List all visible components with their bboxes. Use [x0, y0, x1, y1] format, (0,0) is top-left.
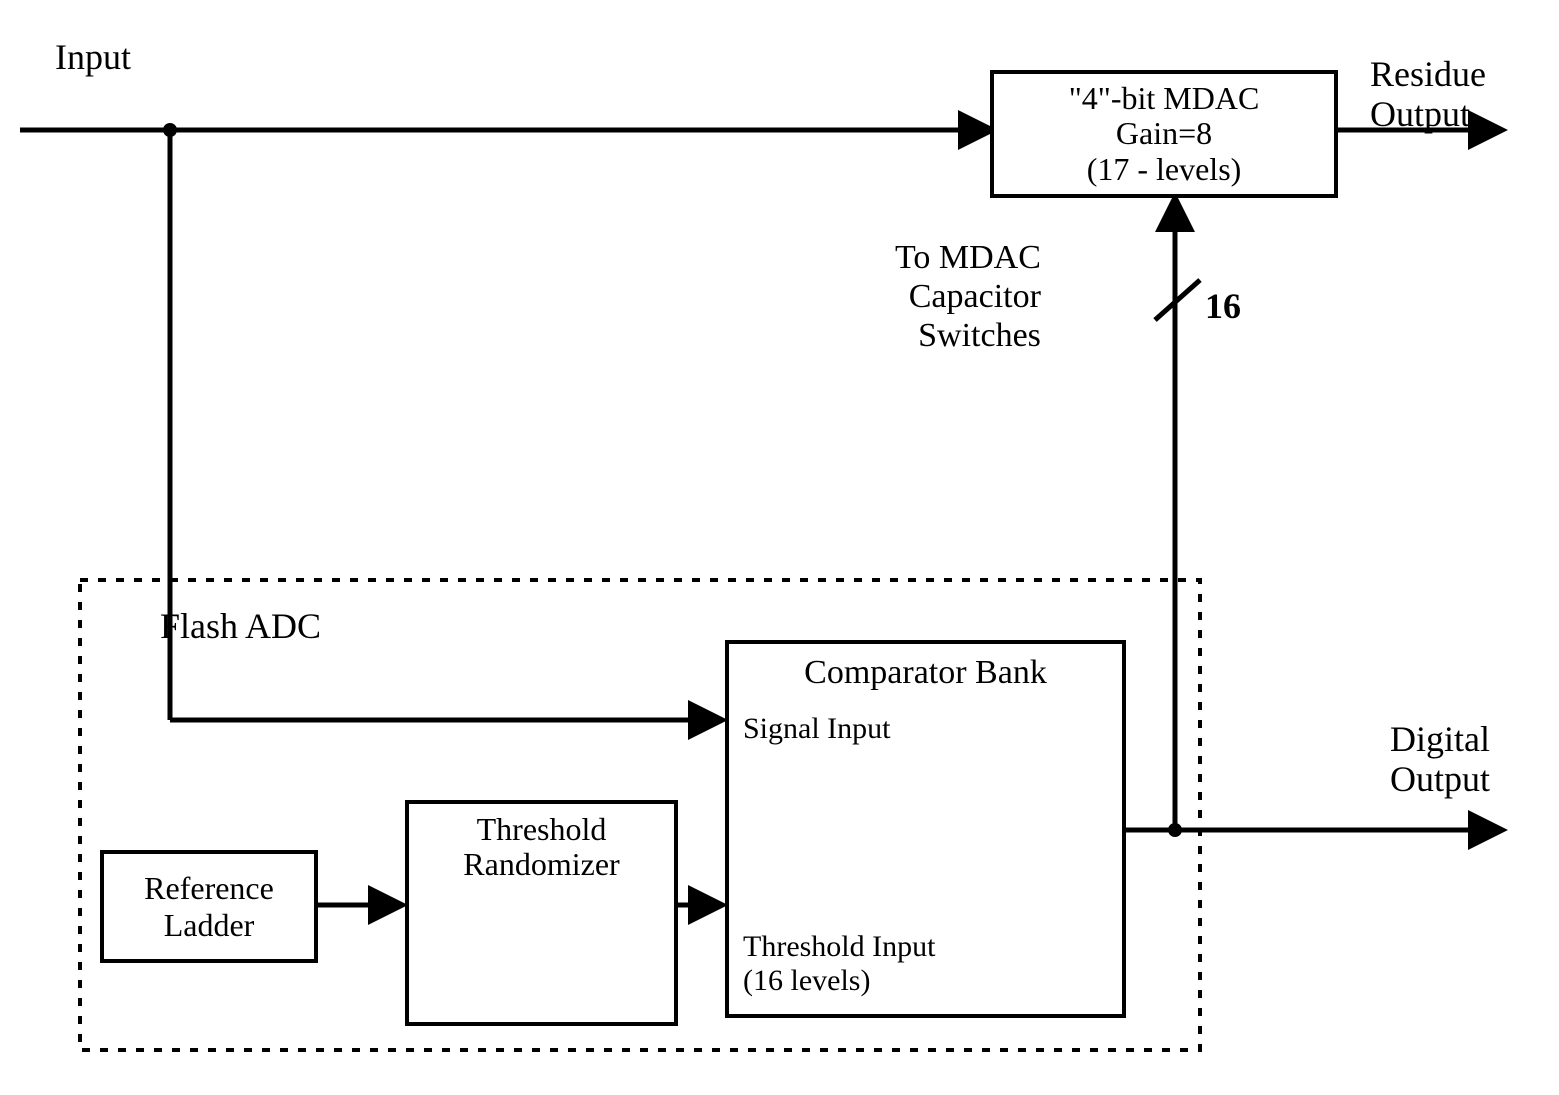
digital-output-label: Digital Output [1390, 720, 1490, 799]
threshold-randomizer-line2: Randomizer [463, 847, 619, 882]
comparator-threshold-input-line1: Threshold Input [743, 930, 935, 964]
mdac-line2: Gain=8 [1116, 116, 1212, 151]
flash-adc-label: Flash ADC [160, 605, 321, 647]
bus-width-label: 16 [1205, 285, 1241, 327]
comparator-bank-title: Comparator Bank [804, 654, 1047, 692]
node-digital-tap [1168, 823, 1182, 837]
mdac-line3: (17 - levels) [1087, 152, 1242, 187]
to-mdac-switches-label: To MDAC Capacitor Switches [895, 238, 1041, 355]
residue-output-line2: Output [1370, 95, 1486, 135]
to-mdac-line3: Switches [895, 316, 1041, 355]
reference-ladder-line2: Ladder [164, 907, 255, 944]
reference-ladder-line1: Reference [144, 870, 274, 907]
mdac-line1: "4"-bit MDAC [1069, 81, 1260, 116]
digital-output-line2: Output [1390, 760, 1490, 800]
bus-slash [1155, 280, 1200, 320]
threshold-randomizer-block: Threshold Randomizer [405, 800, 678, 1026]
comparator-signal-input-label: Signal Input [743, 712, 891, 746]
threshold-randomizer-line1: Threshold [477, 812, 607, 847]
residue-output-label: Residue Output [1370, 55, 1486, 134]
comparator-threshold-input-line2: (16 levels) [743, 964, 870, 998]
to-mdac-line1: To MDAC [895, 238, 1041, 277]
comparator-bank-block: Comparator Bank Signal Input Threshold I… [725, 640, 1126, 1018]
diagram-stage: Input Residue Output Digital Output Flas… [0, 0, 1559, 1095]
residue-output-line1: Residue [1370, 55, 1486, 95]
reference-ladder-block: Reference Ladder [100, 850, 318, 963]
to-mdac-line2: Capacitor [895, 277, 1041, 316]
node-input-tap [163, 123, 177, 137]
digital-output-line1: Digital [1390, 720, 1490, 760]
mdac-block: "4"-bit MDAC Gain=8 (17 - levels) [990, 70, 1338, 198]
input-label: Input [55, 36, 131, 78]
